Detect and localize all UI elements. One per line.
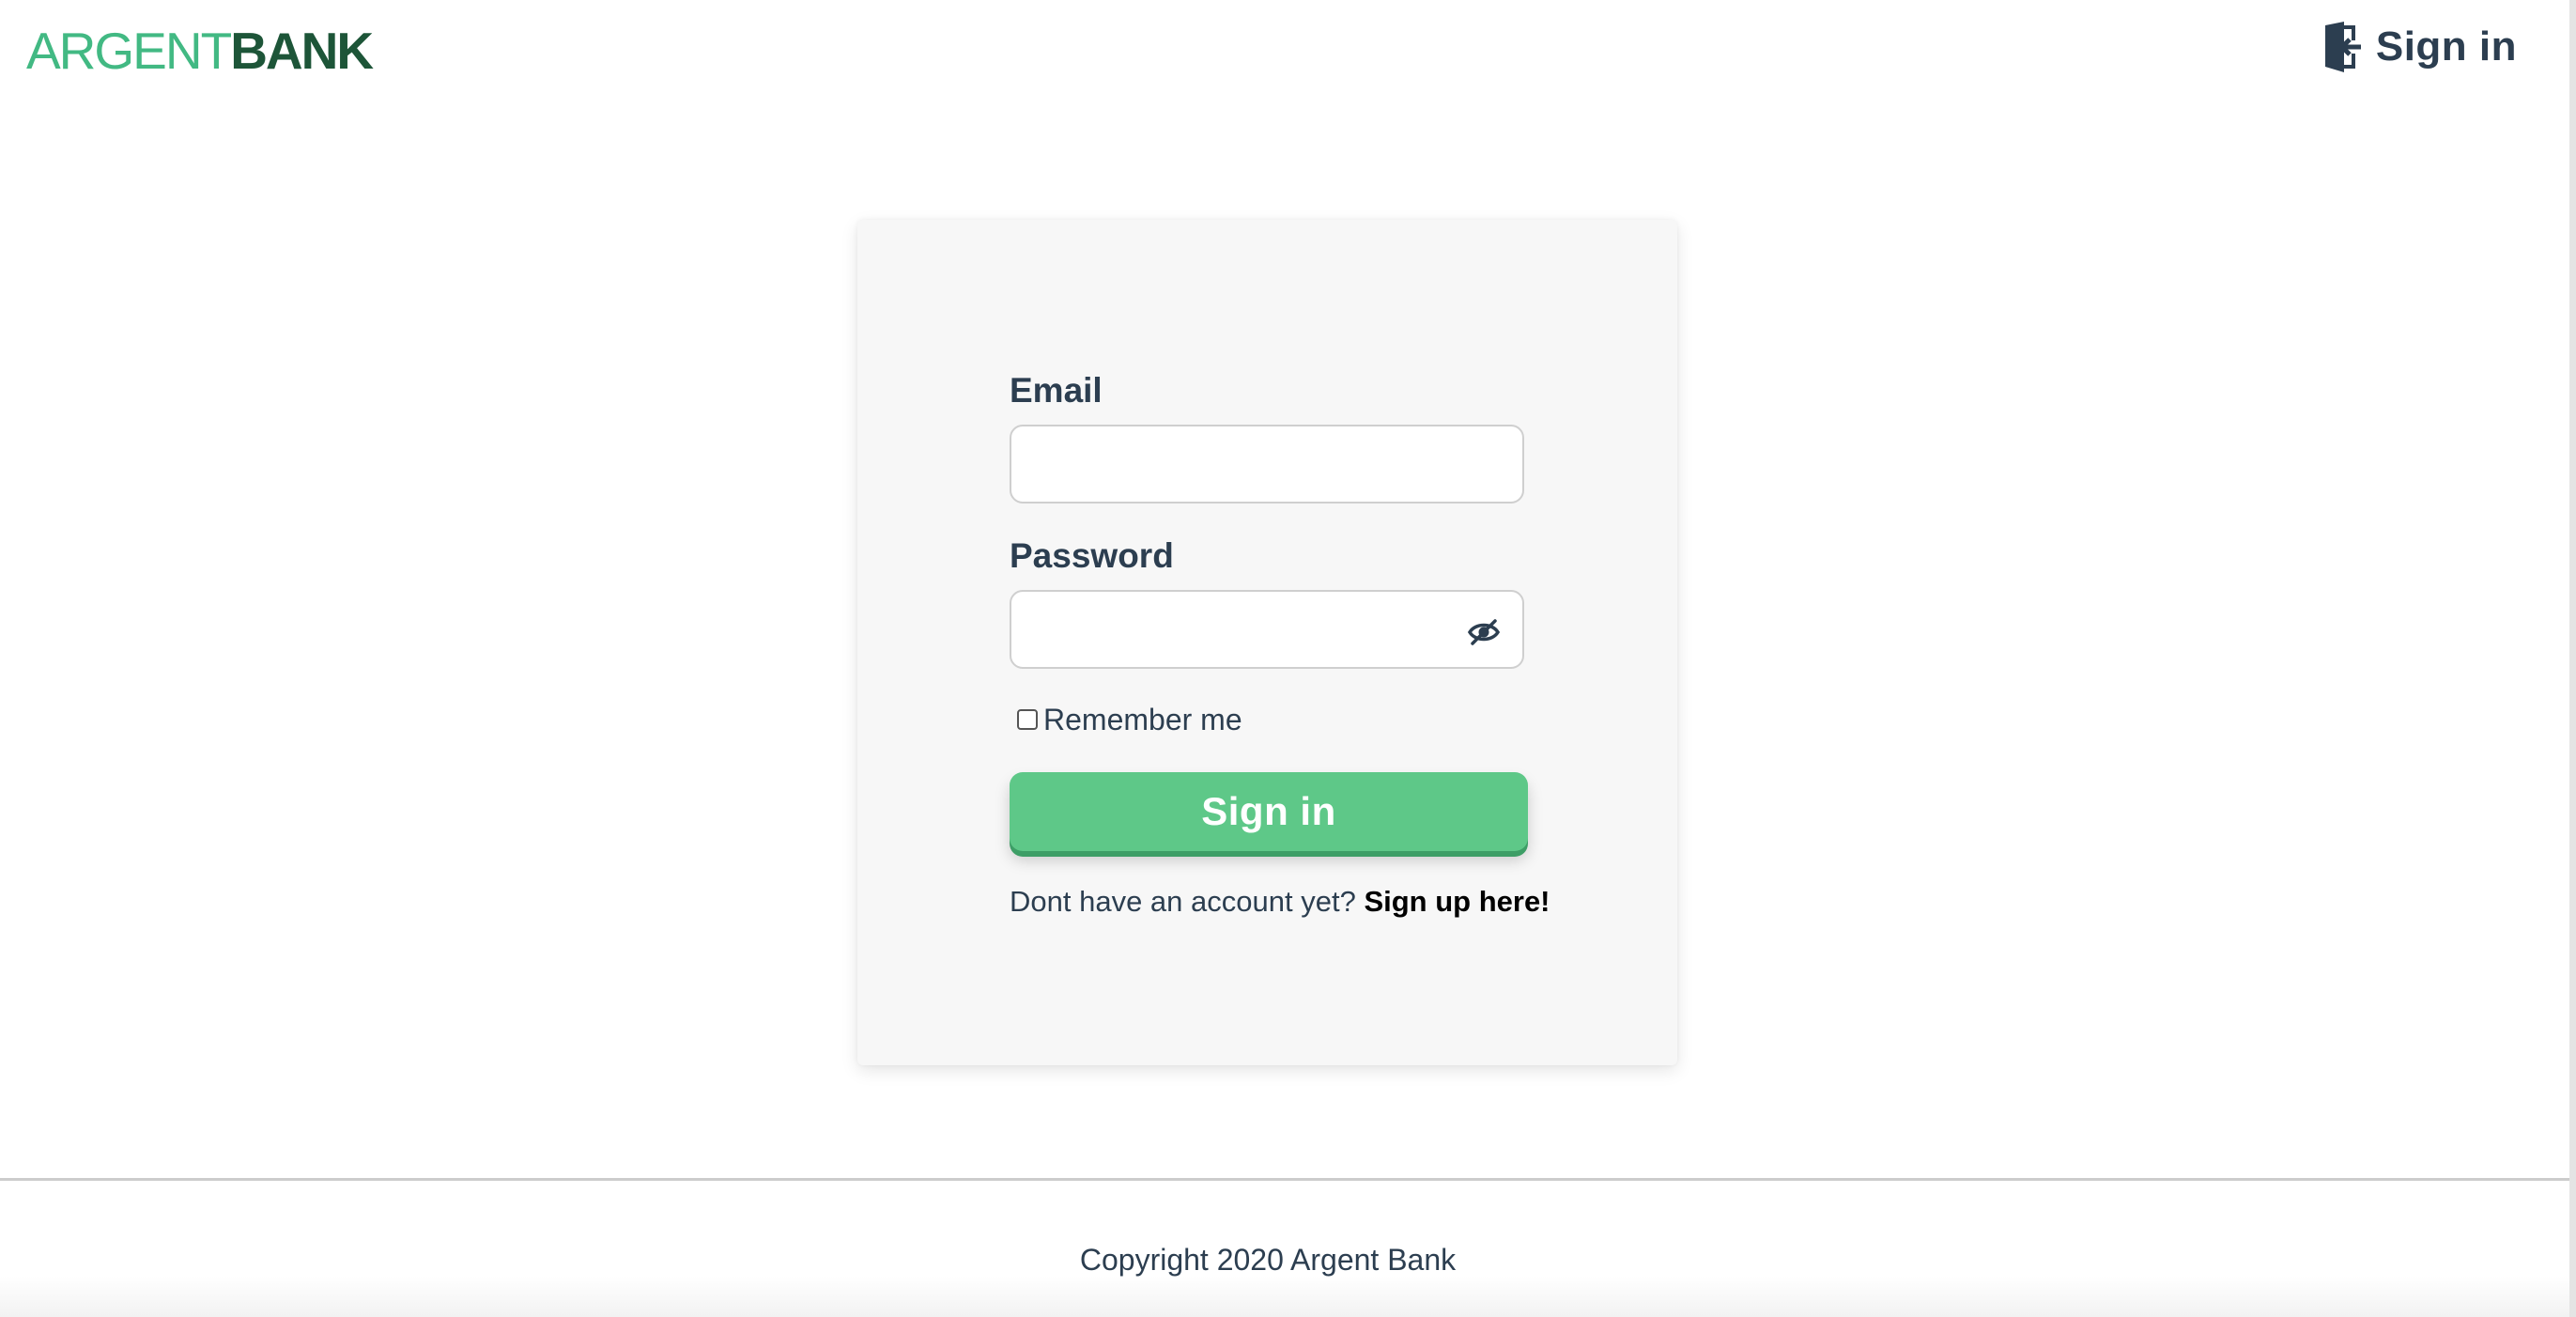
copyright-text: Copyright 2020 Argent Bank <box>1079 1243 1457 1277</box>
email-label: Email <box>1010 371 1103 410</box>
window-edge <box>2569 0 2576 1317</box>
nav-sign-in-link[interactable]: Sign in <box>2323 21 2517 73</box>
sign-in-button[interactable]: Sign in <box>1010 772 1528 851</box>
sign-up-prompt: Dont have an account yet? Sign up here! <box>1010 885 1550 919</box>
argent-bank-logo[interactable]: ARGENTBANK <box>26 21 374 81</box>
remember-me-row: Remember me <box>1010 699 1528 740</box>
remember-me-label[interactable]: Remember me <box>1043 703 1242 737</box>
eye-slash-icon[interactable] <box>1467 618 1501 646</box>
password-field[interactable] <box>1010 590 1524 669</box>
sign-up-link[interactable]: Sign up here! <box>1364 885 1550 918</box>
logo-bank-text: BANK <box>230 22 374 80</box>
sign-up-prompt-text: Dont have an account yet? <box>1010 885 1356 918</box>
logo-argent-text: ARGENT <box>26 22 232 80</box>
login-page: ARGENTBANK Sign in Email Password Rememb… <box>0 0 2576 1317</box>
top-navigation: ARGENTBANK Sign in <box>0 0 2569 103</box>
password-label: Password <box>1010 536 1174 575</box>
nav-sign-in-label: Sign in <box>2375 23 2517 70</box>
sign-in-door-icon <box>2323 22 2363 72</box>
email-field[interactable] <box>1010 425 1524 504</box>
sign-in-card: Email Password Remember me Sign in Dont … <box>857 220 1677 1065</box>
remember-me-checkbox[interactable] <box>1017 709 1038 730</box>
sign-in-form: Email Password Remember me Sign in Dont … <box>1010 370 1550 919</box>
main-content: Email Password Remember me Sign in Dont … <box>0 103 2569 1178</box>
footer: Copyright 2020 Argent Bank <box>0 1178 2569 1317</box>
